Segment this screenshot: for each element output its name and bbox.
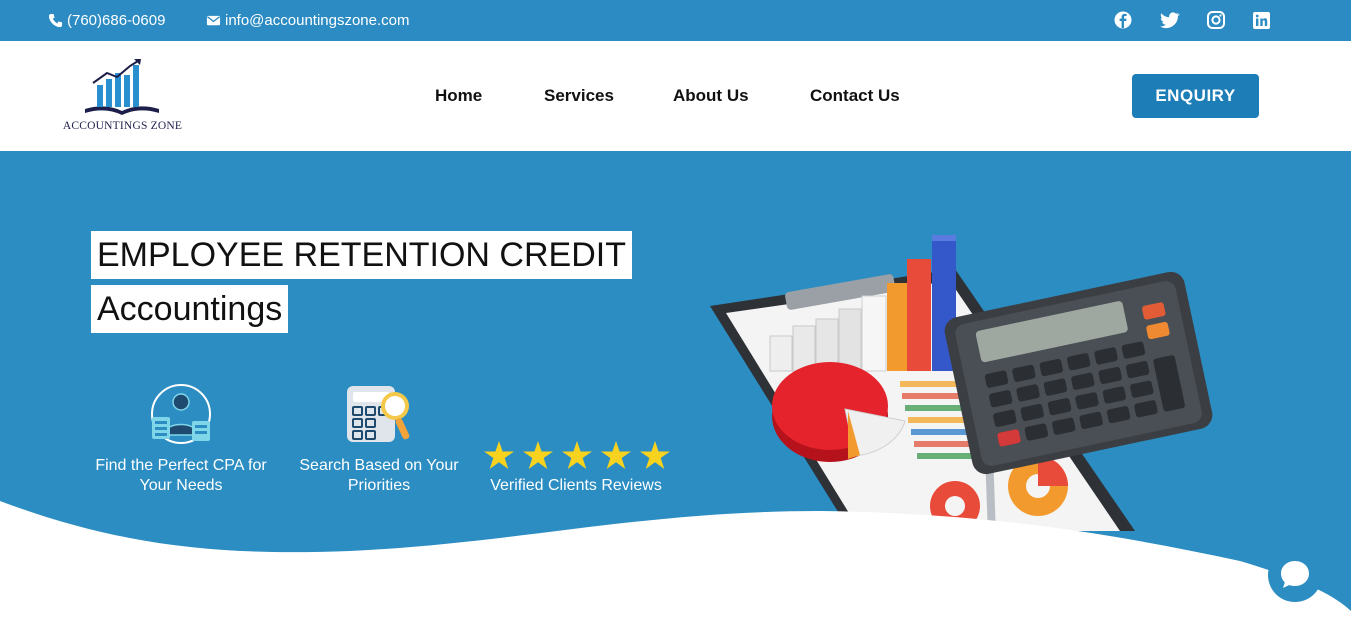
phone-number[interactable]: (760)686-0609 [67, 12, 165, 29]
email-address[interactable]: info@accountingszone.com [225, 12, 410, 29]
calculator-search-icon [347, 386, 410, 442]
nav-services[interactable]: Services [544, 86, 614, 106]
star-icon [523, 441, 553, 469]
nav-about-us[interactable]: About Us [673, 86, 749, 106]
star-icon [640, 441, 670, 469]
phone-icon [48, 13, 63, 28]
feature-search-priorities: Search Based on Your Priorities [296, 456, 462, 496]
hero-title-line1: EMPLOYEE RETENTION CREDIT [91, 231, 632, 279]
feature-find-cpa-line1: Find the Perfect CPA for [95, 457, 267, 474]
nav-home[interactable]: Home [435, 86, 482, 106]
chat-widget-button[interactable] [1268, 548, 1322, 602]
feature-reviews-line1: Verified Clients Reviews [490, 477, 662, 494]
instagram-icon[interactable] [1206, 10, 1226, 30]
nav-contact-us[interactable]: Contact Us [810, 86, 900, 106]
rating-stars [484, 441, 670, 470]
feature-find-cpa-line2: Your Needs [139, 477, 223, 494]
logo-text: ACCOUNTINGS ZONE [62, 120, 183, 132]
hero-title-line2: Accountings [91, 285, 289, 333]
chat-bubble-icon [1281, 561, 1309, 588]
logo[interactable]: ACCOUNTINGS ZONE [60, 57, 185, 137]
star-icon [484, 441, 514, 469]
main-header: ACCOUNTINGS ZONE Home Services About Us … [0, 41, 1351, 151]
email-contact[interactable]: info@accountingszone.com [206, 12, 410, 29]
twitter-icon[interactable] [1160, 10, 1180, 30]
star-icon [601, 441, 631, 469]
feature-verified-reviews: Verified Clients Reviews [484, 476, 668, 496]
feature-find-cpa: Find the Perfect CPA for Your Needs [90, 456, 272, 496]
top-bar: (760)686-0609 info@accountingszone.com [0, 0, 1351, 41]
star-icon [562, 441, 592, 469]
feature-search-line1: Search Based on Your [299, 457, 459, 474]
facebook-icon[interactable] [1113, 10, 1133, 30]
feature-search-line2: Priorities [347, 477, 411, 494]
phone-contact[interactable]: (760)686-0609 [48, 12, 165, 29]
enquiry-button[interactable]: ENQUIRY [1132, 74, 1259, 118]
hero-section: EMPLOYEE RETENTION CREDIT Accountings Fi… [0, 151, 1351, 622]
bar-chart-logo-icon [85, 59, 159, 115]
cpa-consultant-icon [151, 384, 211, 444]
envelope-icon [206, 15, 221, 26]
linkedin-icon[interactable] [1251, 10, 1271, 30]
